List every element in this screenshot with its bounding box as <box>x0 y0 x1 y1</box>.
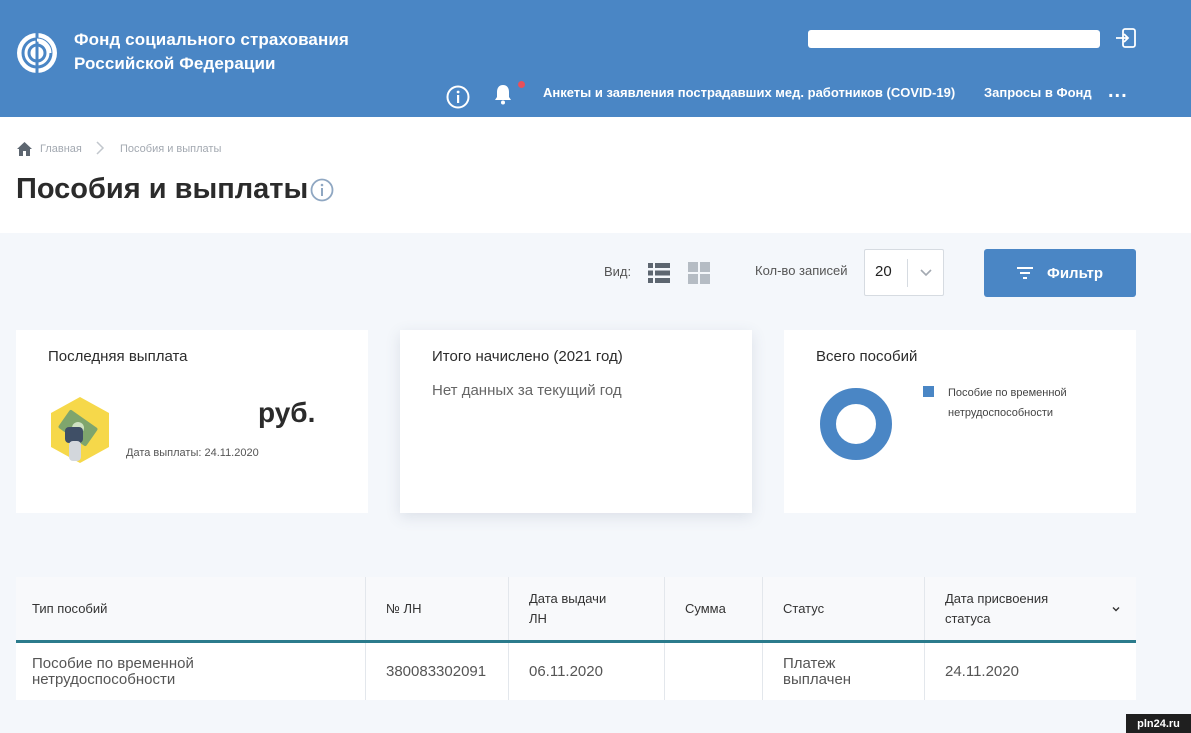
benefits-donut-chart <box>820 388 892 460</box>
column-header-status-date-line1: Дата присвоения <box>945 590 1049 606</box>
nav-requests-link[interactable]: Запросы в Фонд <box>984 85 1092 100</box>
sort-chevron-down-icon[interactable] <box>1110 603 1122 615</box>
payment-date: Дата выплаты: 24.11.2020 <box>126 447 259 459</box>
column-header-issue-date-line1: Дата выдачи <box>529 590 607 606</box>
column-header-status-date-line2: статуса <box>945 610 991 626</box>
view-label: Вид: <box>604 264 632 279</box>
total-benefits-title: Всего пособий <box>816 348 918 365</box>
cell-ln: 380083302091 <box>366 643 509 700</box>
column-header-status[interactable]: Статус <box>763 577 925 640</box>
org-name-line1: Фонд социального страхования <box>74 30 349 49</box>
breadcrumb-chevron-icon <box>96 141 105 155</box>
column-header-sum[interactable]: Сумма <box>665 577 763 640</box>
cell-status: Платеж выплачен <box>763 643 925 700</box>
benefits-table: Тип пособий № ЛН Дата выдачи ЛН Сумма Ст… <box>16 577 1136 700</box>
cell-status-date: 24.11.2020 <box>945 662 1019 680</box>
cell-type-line2: нетрудоспособности <box>32 670 176 688</box>
cell-sum <box>665 643 763 700</box>
redacted-user-name <box>808 30 1100 48</box>
select-divider <box>907 259 908 287</box>
records-count-value: 20 <box>875 263 892 280</box>
logout-icon[interactable] <box>1115 27 1137 49</box>
table-row[interactable]: Пособие по временной нетрудоспособности … <box>16 643 1136 700</box>
column-header-issue-date[interactable]: Дата выдачи ЛН <box>509 577 665 640</box>
total-accrued-title: Итого начислено (2021 год) <box>432 348 623 365</box>
page-info-icon[interactable] <box>310 178 334 202</box>
chevron-down-icon[interactable] <box>918 264 934 280</box>
table-header: Тип пособий № ЛН Дата выдачи ЛН Сумма Ст… <box>16 577 1136 643</box>
total-benefits-card: Всего пособий Пособие по временной нетру… <box>784 330 1136 513</box>
notification-dot <box>518 81 525 88</box>
cell-status-line2: выплачен <box>783 670 852 688</box>
filter-button[interactable]: Фильтр <box>984 249 1136 297</box>
grid-view-icon[interactable] <box>688 262 710 284</box>
breadcrumb-home[interactable]: Главная <box>40 143 82 155</box>
filter-button-label: Фильтр <box>1047 264 1103 282</box>
legend-color-marker <box>923 386 934 397</box>
records-count-label: Кол-во записей <box>755 263 848 278</box>
no-data-text: Нет данных за текущий год <box>432 382 622 399</box>
fss-logo-icon[interactable] <box>16 32 58 74</box>
cell-status-line1: Платеж <box>783 654 836 672</box>
cell-issue-date: 06.11.2020 <box>509 643 665 700</box>
org-name[interactable]: Фонд социального страхования Российской … <box>74 28 349 76</box>
money-icon <box>51 397 109 463</box>
amount-unit: руб. <box>258 397 316 428</box>
watermark: pln24.ru <box>1126 714 1191 733</box>
info-icon[interactable] <box>446 85 470 109</box>
top-header: Фонд социального страхования Российской … <box>0 0 1191 117</box>
more-menu-button[interactable]: ... <box>1108 80 1128 103</box>
column-header-issue-date-line2: ЛН <box>529 610 547 626</box>
home-icon[interactable] <box>16 141 33 157</box>
redacted-amount <box>124 398 254 422</box>
org-name-line2: Российской Федерации <box>74 54 276 73</box>
donut-segment <box>820 388 892 460</box>
cell-type: Пособие по временной нетрудоспособности <box>16 643 366 700</box>
records-count-select[interactable]: 20 <box>864 249 944 296</box>
filter-icon <box>1017 267 1034 279</box>
last-payment-title: Последняя выплата <box>48 348 188 365</box>
bell-icon[interactable] <box>492 83 514 105</box>
column-header-status-date[interactable]: Дата присвоения статуса <box>925 577 1136 640</box>
breadcrumb-current: Пособия и выплаты <box>120 143 222 155</box>
page-title: Пособия и выплаты <box>16 173 309 205</box>
legend-label: Пособие по временной нетрудоспособности <box>948 387 1067 419</box>
total-accrued-card: Итого начислено (2021 год) Нет данных за… <box>400 330 752 513</box>
nav-covid-link[interactable]: Анкеты и заявления пострадавших мед. раб… <box>543 85 955 100</box>
last-payment-card: Последняя выплата руб. Дата выплаты: 24.… <box>16 330 368 513</box>
column-header-type[interactable]: Тип пособий <box>16 577 366 640</box>
column-header-ln[interactable]: № ЛН <box>366 577 509 640</box>
list-view-icon[interactable] <box>648 262 670 284</box>
cell-type-line1: Пособие по временной <box>32 654 194 672</box>
